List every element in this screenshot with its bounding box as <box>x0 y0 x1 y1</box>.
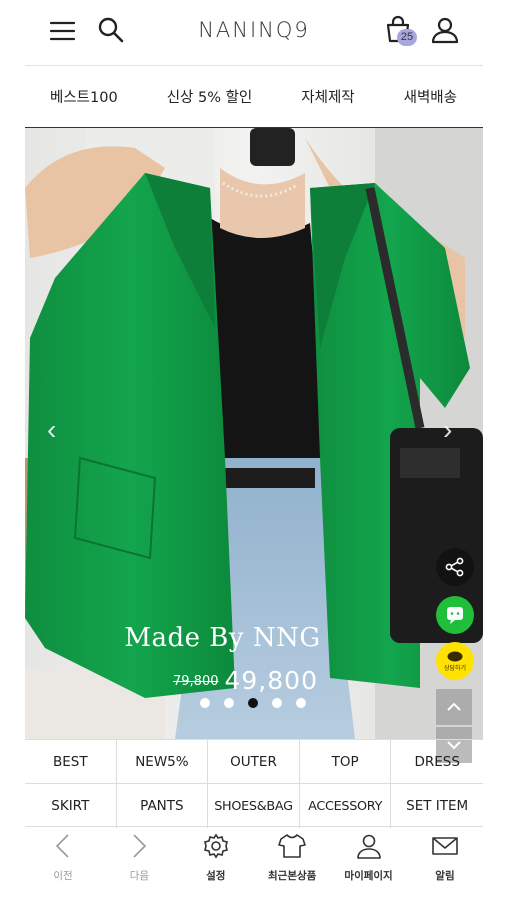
user-icon <box>356 834 381 859</box>
shirt-icon <box>278 834 306 858</box>
grid-item-set-item[interactable]: SET ITEM <box>391 784 483 828</box>
share-button[interactable] <box>436 548 474 586</box>
gear-icon <box>203 833 228 859</box>
header: NANINQ9 25 <box>25 0 483 66</box>
scroll-top-button[interactable] <box>436 689 472 725</box>
category-grid: BEST NEW5% OUTER TOP DRESS SKIRT PANTS S… <box>25 739 483 828</box>
sale-price: 49,800 <box>224 666 318 695</box>
grid-item-accessory[interactable]: ACCESSORY <box>300 784 392 828</box>
settings-label: 설정 <box>206 870 226 882</box>
nav-new-discount[interactable]: 신상 5% 할인 <box>167 86 253 107</box>
forward-button[interactable]: 다음 <box>101 830 177 890</box>
grid-item-best[interactable]: BEST <box>25 740 117 784</box>
category-nav: 베스트100 신상 5% 할인 자체제작 새벽배송 <box>25 66 483 128</box>
chevron-left-icon <box>55 834 69 858</box>
slide-dot-5[interactable] <box>296 698 306 708</box>
my-page-button[interactable]: 마이페이지 <box>331 830 407 890</box>
slide-dot-1[interactable] <box>200 698 210 708</box>
hero-banner[interactable]: ‹ › Made By NNG 79,800 49,800 <box>25 128 483 739</box>
grid-item-new5[interactable]: NEW5% <box>116 740 209 784</box>
grid-item-dress[interactable]: DRESS <box>391 740 483 784</box>
slide-indicators <box>200 698 306 708</box>
grid-item-top[interactable]: TOP <box>299 740 392 784</box>
my-page-label: 마이페이지 <box>344 870 393 882</box>
cart-count-badge: 25 <box>397 29 417 46</box>
slide-dot-3-active[interactable] <box>248 698 258 708</box>
back-button[interactable]: 이전 <box>25 830 101 890</box>
chevron-up-icon <box>447 702 461 711</box>
grid-item-skirt[interactable]: SKIRT <box>25 784 117 828</box>
settings-button[interactable]: 설정 <box>178 830 254 890</box>
grid-item-shoes-bag[interactable]: SHOES&BAG <box>208 784 300 828</box>
slide-dot-4[interactable] <box>272 698 282 708</box>
chevron-right-icon <box>133 834 147 858</box>
back-label: 이전 <box>53 870 73 882</box>
mail-icon <box>432 837 458 855</box>
nav-dawn-delivery[interactable]: 새벽배송 <box>404 86 457 107</box>
nav-best100[interactable]: 베스트100 <box>50 86 118 107</box>
nav-own-production[interactable]: 자체제작 <box>301 86 354 107</box>
hero-price: 79,800 49,800 <box>173 666 318 695</box>
kakao-consult-label: 상담하기 <box>443 665 467 672</box>
recent-items-label: 최근본상품 <box>268 870 317 882</box>
share-icon <box>445 557 464 577</box>
talk-chat-button[interactable] <box>436 596 474 634</box>
grid-item-pants[interactable]: PANTS <box>117 784 209 828</box>
next-slide-arrow[interactable]: › <box>443 414 452 446</box>
original-price: 79,800 <box>173 674 219 689</box>
chat-icon <box>447 607 463 624</box>
notification-label: 알림 <box>435 870 455 882</box>
hero-title: Made By NNG <box>124 623 321 653</box>
bottom-toolbar: 이전 다음 설정 최근본상품 마이페이지 알림 <box>25 830 483 890</box>
kakao-talk-icon <box>447 651 463 661</box>
prev-slide-arrow[interactable]: ‹ <box>47 414 56 446</box>
slide-dot-2[interactable] <box>224 698 234 708</box>
recent-items-button[interactable]: 최근본상품 <box>254 830 330 890</box>
grid-item-outer[interactable]: OUTER <box>208 740 300 784</box>
forward-label: 다음 <box>129 870 150 882</box>
notification-button[interactable]: 알림 <box>407 830 483 890</box>
user-icon[interactable] <box>429 14 461 46</box>
kakao-consult-button[interactable]: 상담하기 <box>436 642 474 680</box>
